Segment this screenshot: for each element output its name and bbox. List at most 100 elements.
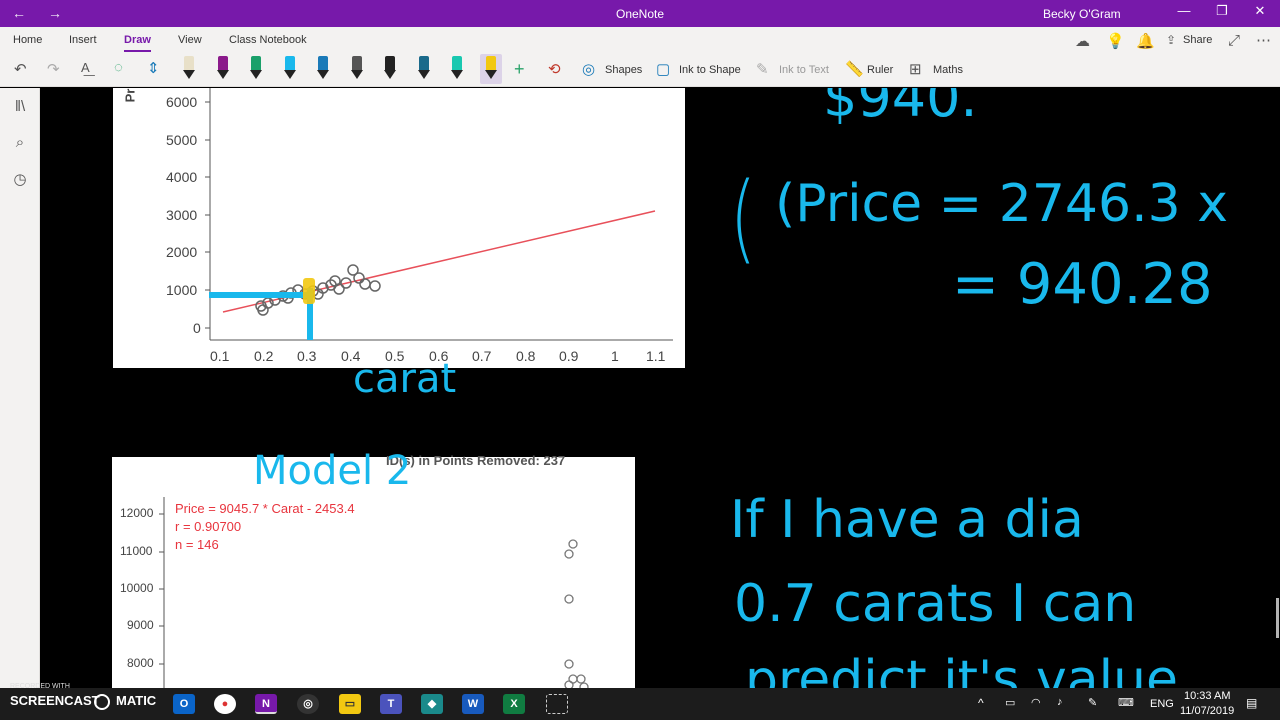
excel-icon[interactable]: X <box>503 694 525 714</box>
restore-icon[interactable]: ❐ <box>1210 3 1234 19</box>
ink-equation-line: (Price = 2746.3 x <box>775 174 1229 234</box>
watermark-recorded-with: RECORDED WITH <box>10 683 70 690</box>
app-icon[interactable]: ◆ <box>421 694 443 714</box>
pen-tip <box>317 70 329 79</box>
pen-swatch[interactable] <box>413 54 435 84</box>
ink-sentence-line1: If I have a dia <box>730 490 1084 550</box>
pen-barrel <box>485 56 496 70</box>
screencast-logo-icon <box>94 694 110 710</box>
ink-replay-icon[interactable]: ⟲ <box>548 60 561 78</box>
pen-barrel <box>418 56 429 70</box>
notebooks-icon[interactable]: ‖\ <box>10 98 30 115</box>
shapes-icon: ◎ <box>582 61 596 78</box>
notifications-icon[interactable]: ▤ <box>1246 696 1257 710</box>
clock-time[interactable]: 10:33 AM <box>1184 690 1230 702</box>
more-options-icon[interactable]: ⋯ <box>1256 31 1271 49</box>
language-indicator[interactable]: ENG <box>1150 698 1174 710</box>
search-icon[interactable]: ⌕ <box>10 134 30 151</box>
recent-clock-icon[interactable]: ◷ <box>10 170 30 188</box>
user-name[interactable]: Becky O'Gram <box>1043 7 1121 21</box>
ink-to-shape-icon: ▢ <box>656 61 671 78</box>
pen-barrel <box>452 56 462 70</box>
pen-tip <box>484 70 497 79</box>
keyboard-icon[interactable]: ⌨ <box>1118 696 1134 709</box>
lasso-select-icon[interactable]: ◌ <box>114 59 123 76</box>
note-canvas[interactable]: Pr 6000 5000 4000 3000 2000 1000 0 0.1 0… <box>40 88 1280 688</box>
maths-button[interactable]: Maths <box>933 64 963 76</box>
pen-tip <box>417 70 430 79</box>
pen-barrel <box>385 56 395 70</box>
share-button[interactable]: Share <box>1183 34 1212 46</box>
pen-barrel <box>251 56 261 70</box>
highlighter-mark <box>303 278 315 304</box>
pen-swatch[interactable] <box>346 54 368 84</box>
ruler-button[interactable]: Ruler <box>867 64 893 76</box>
pen-tip <box>451 70 463 79</box>
vertical-scrollbar[interactable] <box>1276 598 1279 638</box>
pen-barrel <box>318 56 328 70</box>
type-select-icon[interactable]: A͟ <box>81 60 90 75</box>
pen-barrel <box>184 56 194 70</box>
pen-tip <box>384 70 396 79</box>
pen-swatch[interactable] <box>312 54 334 84</box>
maths-icon: ⊞ <box>909 61 922 78</box>
minimize-icon[interactable]: — <box>1172 3 1196 18</box>
wifi-icon[interactable]: ◠ <box>1031 696 1041 709</box>
windows-taskbar: RECORDED WITH SCREENCAST MATIC O ● N ◎ ▭… <box>0 683 1280 720</box>
tab-class-notebook[interactable]: Class Notebook <box>229 34 307 46</box>
sync-icon[interactable]: ☁ <box>1075 32 1090 50</box>
pen-swatch[interactable] <box>245 54 267 84</box>
lightbulb-icon[interactable]: 💡 <box>1106 32 1125 50</box>
volume-icon[interactable]: ♪ <box>1057 696 1063 708</box>
snipping-tool-icon[interactable] <box>546 694 568 714</box>
undo-icon[interactable]: ↶ <box>14 60 27 78</box>
title-bar: ← → OneNote Becky O'Gram — ❐ ✕ <box>0 0 1280 27</box>
ink-sentence-line3: predict it's value <box>745 650 1178 688</box>
onenote-icon[interactable]: N <box>255 694 277 714</box>
ink-to-text-button[interactable]: Ink to Text <box>779 64 829 76</box>
media-app-icon[interactable]: ◎ <box>297 694 319 714</box>
tab-insert[interactable]: Insert <box>69 34 97 46</box>
data-points <box>255 264 381 316</box>
pen-swatch[interactable] <box>479 54 502 84</box>
add-space-icon[interactable]: ⇕ <box>147 59 160 77</box>
outlook-icon[interactable]: O <box>173 694 195 714</box>
data-points-2 <box>564 539 589 688</box>
redo-icon[interactable]: ↷ <box>47 60 60 78</box>
left-navigation-rail: ‖\ ⌕ ◷ <box>0 88 40 688</box>
tab-home[interactable]: Home <box>13 34 42 46</box>
pen-swatch[interactable] <box>379 54 401 84</box>
pen-tip <box>350 70 363 79</box>
pen-swatch[interactable] <box>212 54 234 84</box>
ruler-icon: 📏 <box>845 61 864 78</box>
pen-swatch[interactable] <box>446 54 468 84</box>
pen-barrel <box>217 56 228 70</box>
ink-to-text-icon: ✎ <box>756 61 769 78</box>
file-explorer-icon[interactable]: ▭ <box>339 694 361 714</box>
pen-workspace-icon[interactable]: ✎ <box>1088 696 1097 709</box>
battery-icon[interactable]: ▭ <box>1005 696 1015 709</box>
ink-equation-result: = 940.28 <box>952 252 1213 317</box>
pen-tip <box>216 70 229 79</box>
add-pen-icon[interactable]: + <box>514 59 525 80</box>
ink-to-shape-button[interactable]: Ink to Shape <box>679 64 741 76</box>
ribbon: Home Insert Draw View Class Notebook ☁ 💡… <box>0 27 1280 87</box>
pen-swatch[interactable] <box>279 54 301 84</box>
ink-open-paren: ( <box>730 162 757 274</box>
chevron-up-icon[interactable]: ^ <box>978 696 984 710</box>
word-icon[interactable]: W <box>462 694 484 714</box>
chrome-icon[interactable]: ● <box>214 694 236 714</box>
tab-draw[interactable]: Draw <box>124 34 151 52</box>
shapes-button[interactable]: Shapes <box>605 64 642 76</box>
expand-icon[interactable]: ⤢ <box>1228 32 1240 49</box>
plot1-drawing <box>205 88 673 341</box>
ink-model-2-label: Model 2 <box>253 448 412 494</box>
tab-view[interactable]: View <box>178 34 202 46</box>
share-icon: ⇪ <box>1166 33 1177 47</box>
close-icon[interactable]: ✕ <box>1248 3 1272 19</box>
teams-icon[interactable]: T <box>380 694 402 714</box>
pen-tip <box>250 70 262 79</box>
clock-date[interactable]: 11/07/2019 <box>1180 705 1234 717</box>
pen-swatch[interactable] <box>178 54 200 84</box>
bell-icon[interactable]: 🔔 <box>1136 32 1155 50</box>
